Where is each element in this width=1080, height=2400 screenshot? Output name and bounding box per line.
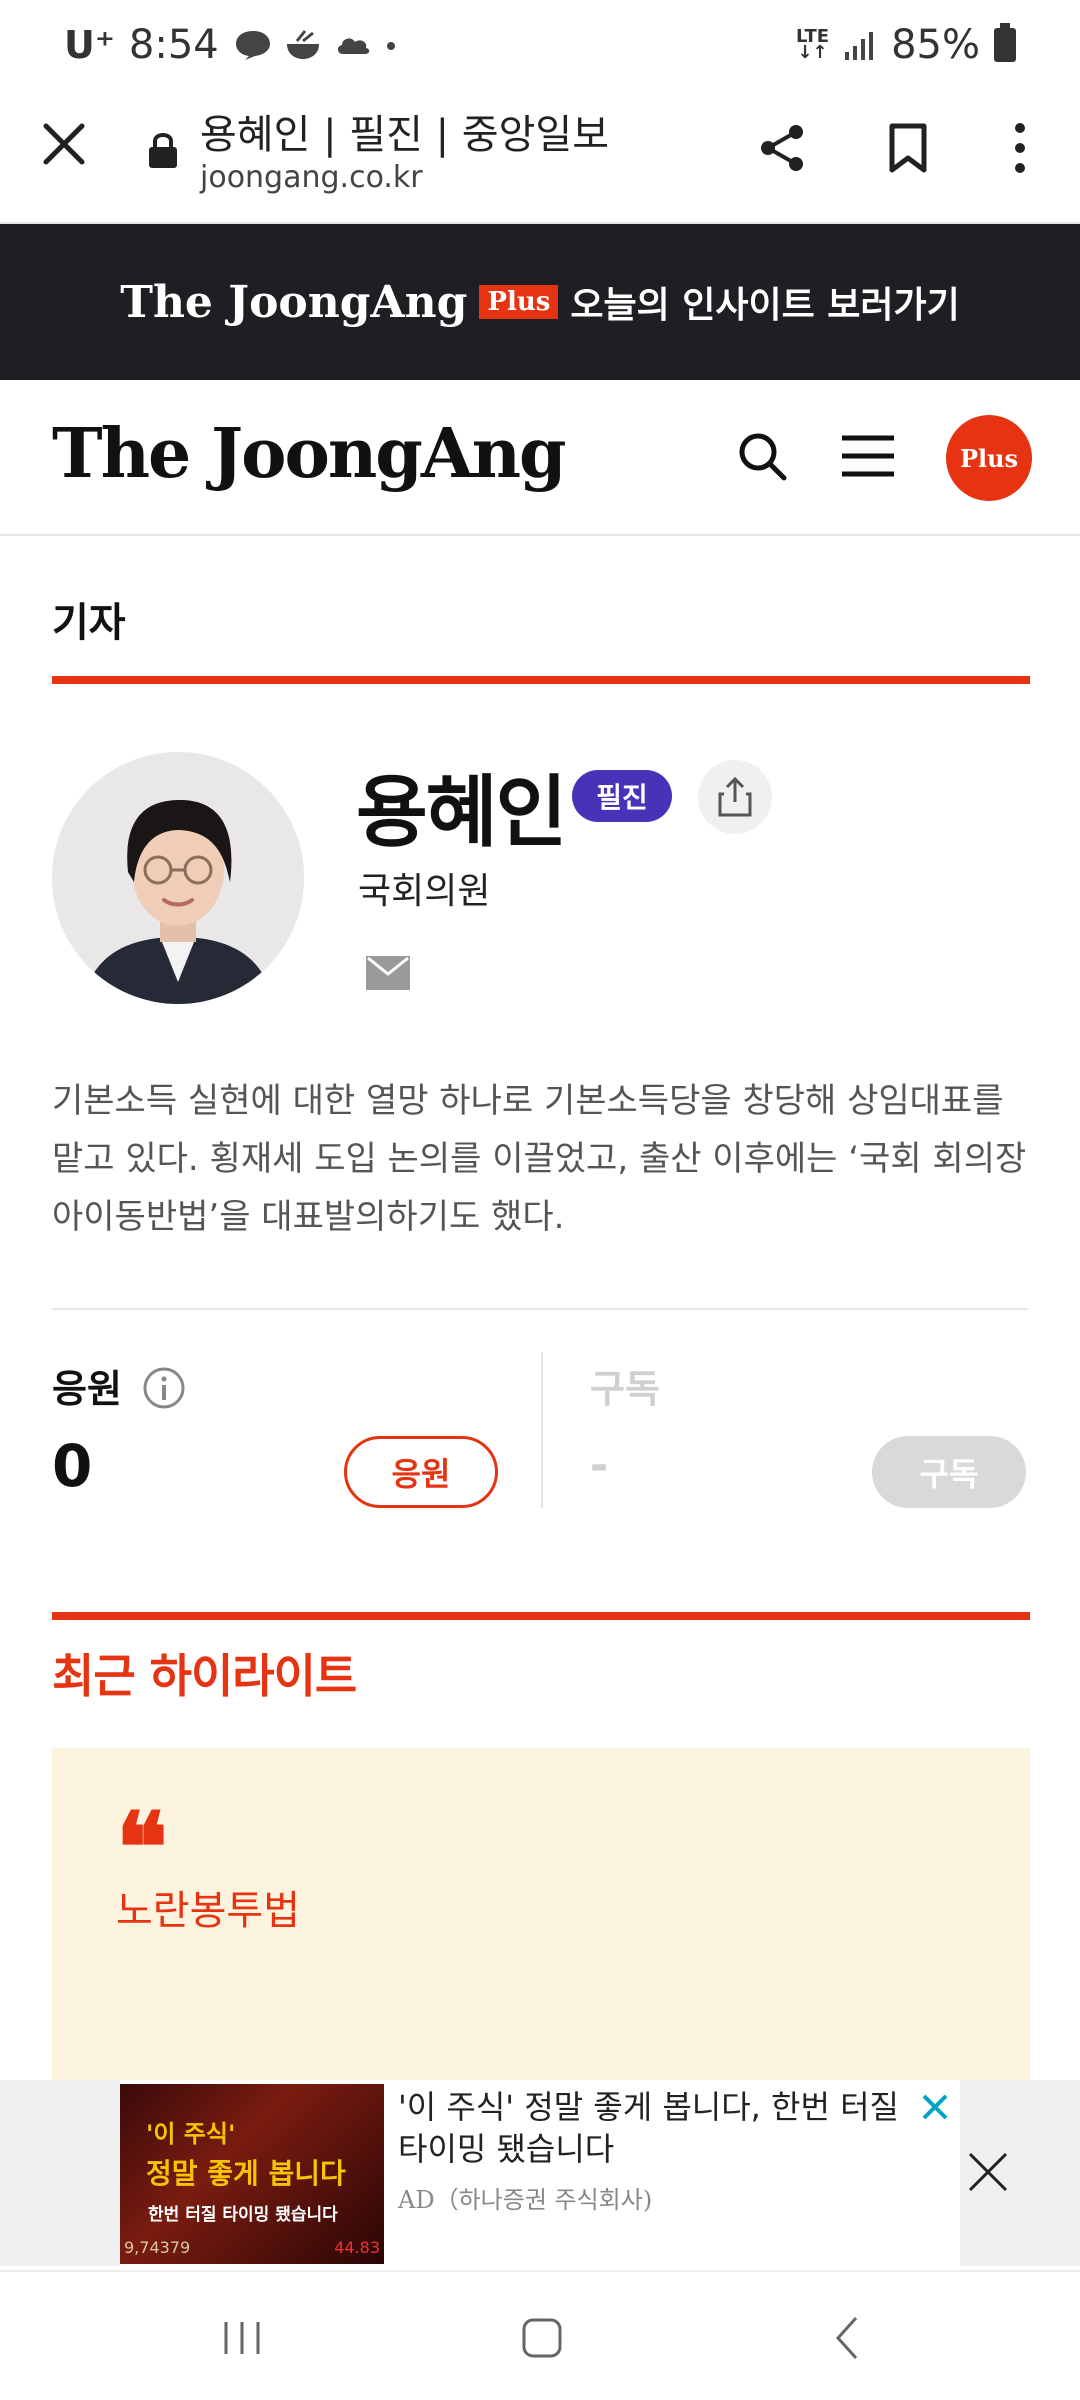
highlight-item[interactable]: 노란봉투법 bbox=[116, 1878, 300, 1936]
system-nav-bar bbox=[0, 2270, 1080, 2400]
cheer-count: 0 bbox=[52, 1432, 93, 1500]
subscribe-label: 구독 bbox=[590, 1367, 660, 1411]
network-type: LTE bbox=[796, 26, 830, 47]
lock-icon bbox=[149, 133, 177, 168]
ad-close-icon[interactable] bbox=[966, 2150, 1010, 2194]
highlight-card[interactable]: ❝ 노란봉투법 bbox=[52, 1748, 1030, 2088]
avatar-portrait bbox=[52, 752, 304, 1004]
columnist-badge: 필진 bbox=[572, 770, 672, 822]
highlight-divider bbox=[52, 1612, 1030, 1620]
cheer-label: 응원 bbox=[52, 1367, 122, 1411]
bookmark-icon[interactable] bbox=[880, 120, 936, 176]
reporter-role: 국회의원 bbox=[358, 871, 491, 912]
signal-icon bbox=[845, 32, 874, 60]
email-icon[interactable] bbox=[366, 956, 410, 990]
section-divider bbox=[52, 676, 1030, 684]
subscribe-count: - bbox=[590, 1440, 609, 1491]
stats-divider bbox=[541, 1352, 543, 1508]
ad-image-line1: '이 주식' bbox=[146, 2120, 236, 2148]
more-menu-icon[interactable] bbox=[992, 120, 1048, 176]
ad-image-line3: 한번 터질 타이밍 됐습니다 bbox=[148, 2205, 338, 2225]
cloud-icon bbox=[337, 38, 370, 54]
page-title: 용혜인 | 필진 | 중앙일보 bbox=[200, 112, 610, 158]
profile-share-button[interactable] bbox=[698, 760, 772, 834]
ad-image-line5: 44.83 bbox=[334, 2238, 380, 2257]
close-icon[interactable] bbox=[40, 120, 88, 168]
ad-image[interactable]: '이 주식' 정말 좋게 봅니다 한번 터질 타이밍 됐습니다 9,74379 … bbox=[120, 2084, 384, 2264]
battery-icon bbox=[994, 23, 1016, 62]
ad-choices-close-icon[interactable] bbox=[920, 2092, 950, 2122]
plus-button[interactable]: Plus bbox=[946, 415, 1032, 501]
promo-text: 오늘의 인사이트 보러가기 bbox=[570, 285, 960, 326]
chat-bubble-icon bbox=[235, 31, 270, 60]
highlight-title: 최근 하이라이트 bbox=[52, 1649, 357, 1703]
carrier-label: U⁺ bbox=[64, 23, 115, 67]
section-label: 기자 bbox=[52, 600, 126, 646]
battery-level: 85% bbox=[891, 22, 980, 68]
plus-promo-banner[interactable]: The JoongAng Plus 오늘의 인사이트 보러가기 bbox=[0, 224, 1080, 380]
promo-logo: The JoongAng bbox=[120, 276, 468, 328]
reporter-bio: 기본소득 실현에 대한 열망 하나로 기본소득당을 창당해 상임대표를 맡고 있… bbox=[52, 1081, 1027, 1237]
quote-icon: ❝ bbox=[116, 1791, 168, 1904]
lte-icon: LTE ↓↑ bbox=[796, 26, 830, 63]
back-icon[interactable] bbox=[818, 2312, 878, 2364]
reporter-name: 용혜인 bbox=[356, 768, 567, 858]
hamburger-menu-icon[interactable] bbox=[840, 428, 896, 484]
status-right: LTE ↓↑ 85% bbox=[796, 22, 1016, 68]
ad-image-line4: 9,74379 bbox=[124, 2238, 191, 2257]
cheer-button[interactable]: 응원 bbox=[344, 1436, 498, 1508]
page-url[interactable]: joongang.co.kr bbox=[200, 160, 423, 195]
site-logo[interactable]: The JoongAng bbox=[52, 414, 567, 494]
ad-image-line2: 정말 좋게 봅니다 bbox=[146, 2157, 346, 2190]
status-bar: U⁺ 8:54 LTE ↓↑ 85% bbox=[0, 0, 1080, 90]
recent-apps-icon[interactable] bbox=[212, 2312, 272, 2364]
bio-divider bbox=[52, 1308, 1028, 1310]
promo-plus-tag: Plus bbox=[479, 285, 559, 319]
status-left: U⁺ 8:54 bbox=[64, 22, 399, 68]
info-icon[interactable] bbox=[142, 1366, 186, 1410]
search-icon[interactable] bbox=[734, 428, 790, 484]
notification-icons bbox=[233, 28, 399, 62]
browser-toolbar: 용혜인 | 필진 | 중앙일보 joongang.co.kr bbox=[0, 90, 1080, 224]
ad-headline[interactable]: '이 주식' 정말 좋게 봅니다, 한번 터질 타이밍 됐습니다 bbox=[398, 2086, 918, 2170]
subscribe-button[interactable]: 구독 bbox=[872, 1436, 1026, 1508]
upload-share-icon bbox=[718, 776, 752, 817]
ad-banner: '이 주식' 정말 좋게 봅니다 한번 터질 타이밍 됐습니다 9,74379 … bbox=[0, 2080, 1080, 2266]
ad-card[interactable]: '이 주식' 정말 좋게 봅니다 한번 터질 타이밍 됐습니다 9,74379 … bbox=[120, 2080, 960, 2266]
dot-icon bbox=[386, 42, 395, 50]
clock: 8:54 bbox=[128, 22, 219, 68]
share-icon[interactable] bbox=[754, 120, 810, 176]
site-header: The JoongAng Plus bbox=[0, 380, 1080, 536]
food-icon bbox=[286, 30, 319, 59]
ad-sponsor: AD（하나증권 주식회사) bbox=[398, 2186, 653, 2214]
home-icon[interactable] bbox=[512, 2312, 572, 2364]
reporter-avatar bbox=[52, 752, 304, 1004]
